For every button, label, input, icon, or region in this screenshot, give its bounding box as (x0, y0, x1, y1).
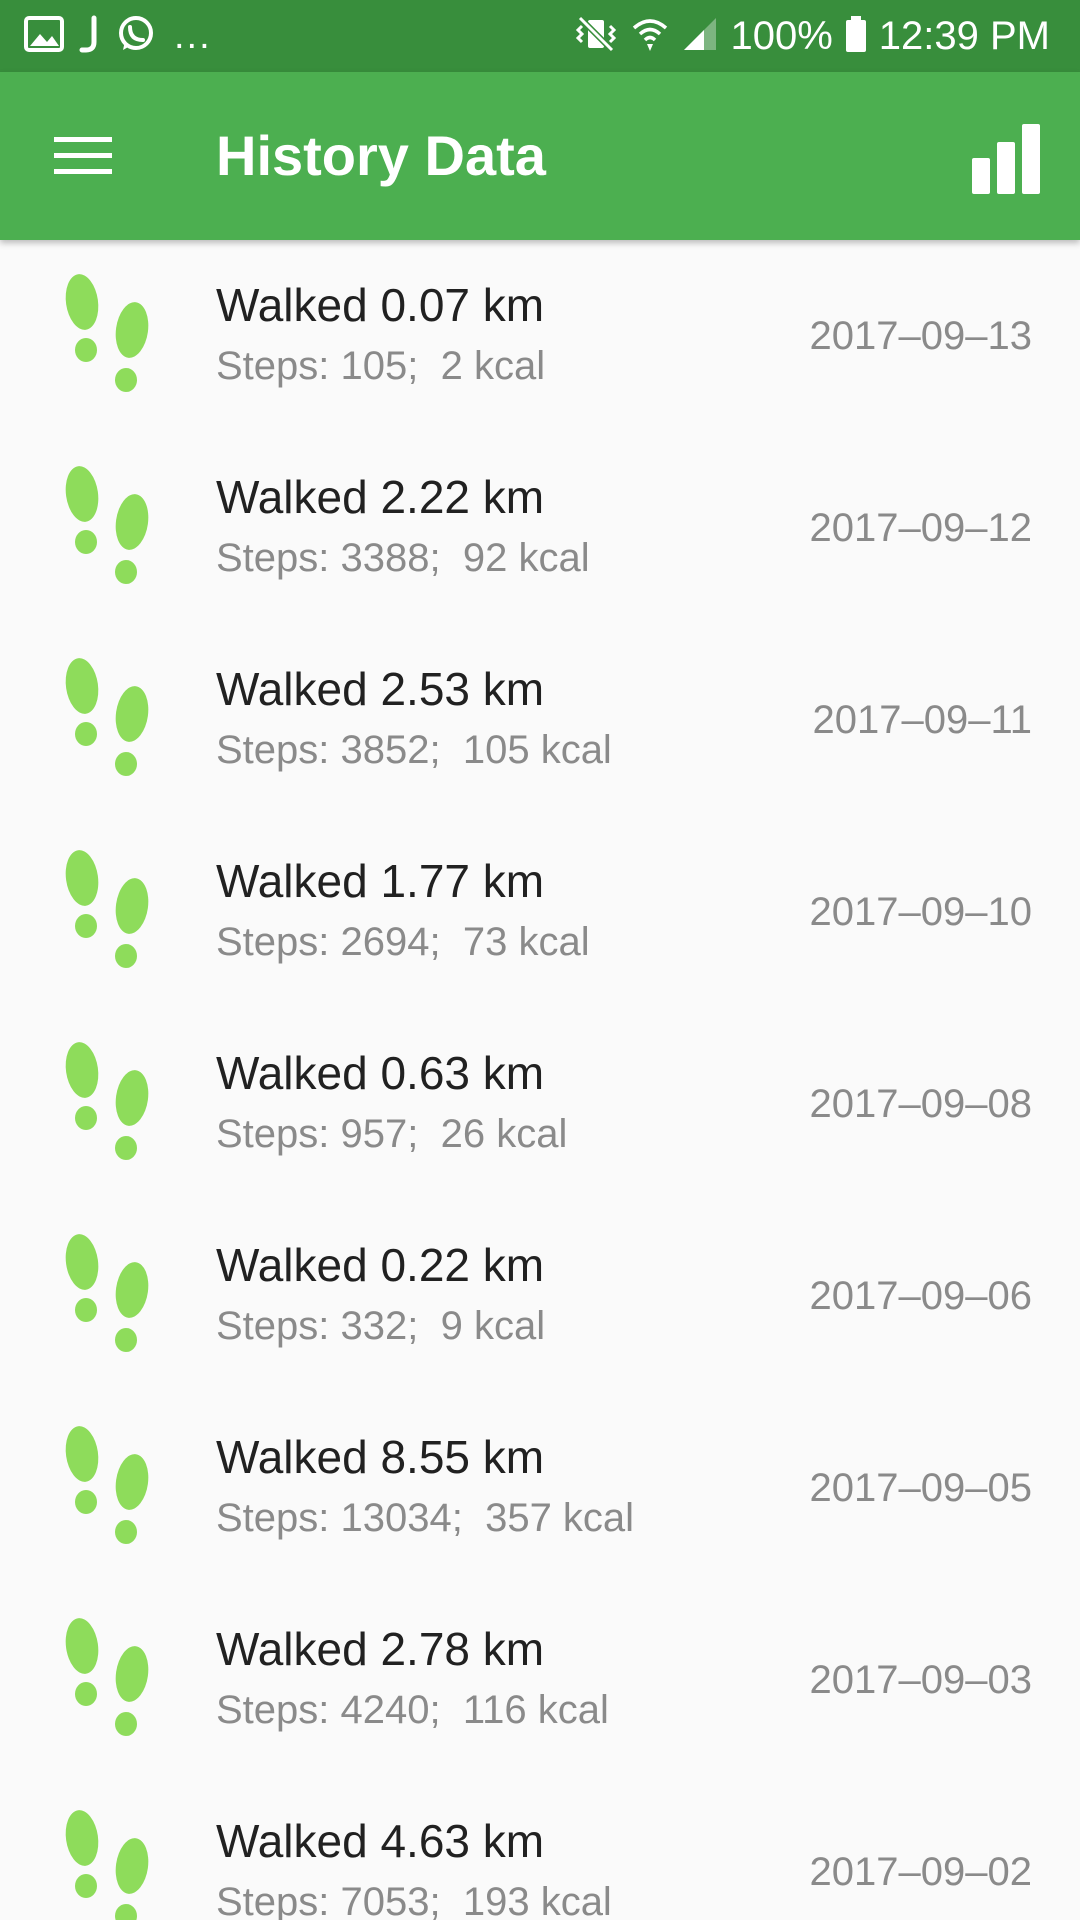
date-label: 2017–09–12 (809, 506, 1032, 550)
distance-label: Walked 8.55 km (216, 1431, 545, 1483)
bar-chart-icon (972, 124, 1040, 194)
menu-button[interactable] (38, 116, 128, 196)
date-label: 2017–09–10 (809, 890, 1032, 934)
vibrate-mute-icon (574, 14, 618, 59)
footprints-icon (65, 466, 149, 584)
notification-icons: ... (24, 0, 212, 72)
steps-calories-label: Steps: 3852; 105 kcal (216, 728, 612, 772)
distance-label: Walked 0.63 km (216, 1047, 545, 1099)
steps-calories-label: Steps: 2694; 73 kcal (216, 920, 590, 964)
footprints-icon (65, 1618, 149, 1736)
distance-label: Walked 2.53 km (216, 663, 545, 715)
clock: 12:39 PM (878, 14, 1050, 58)
distance-label: Walked 0.07 km (216, 279, 545, 331)
whatsapp-icon (116, 14, 156, 59)
history-row[interactable]: Walked 0.07 km Steps: 105; 2 kcal 2017–0… (0, 240, 1080, 432)
distance-label: Walked 2.78 km (216, 1623, 545, 1675)
history-row[interactable]: Walked 2.22 km Steps: 3388; 92 kcal 2017… (0, 432, 1080, 624)
history-row[interactable]: Walked 1.77 km Steps: 2694; 73 kcal 2017… (0, 816, 1080, 1008)
steps-calories-label: Steps: 7053; 193 kcal (216, 1880, 612, 1920)
distance-label: Walked 4.63 km (216, 1815, 545, 1867)
date-label: 2017–09–06 (809, 1274, 1032, 1318)
footprints-icon (65, 1426, 149, 1544)
steps-calories-label: Steps: 105; 2 kcal (216, 344, 546, 388)
steps-calories-label: Steps: 13034; 357 kcal (216, 1496, 635, 1540)
history-list: Walked 0.07 km Steps: 105; 2 kcal 2017–0… (0, 240, 1080, 1920)
status-bar: ... 100% 12:39 PM (0, 0, 1080, 72)
footprints-icon (65, 658, 149, 776)
j-app-icon (78, 14, 102, 59)
history-row[interactable]: Walked 0.22 km Steps: 332; 9 kcal 2017–0… (0, 1200, 1080, 1392)
signal-icon (682, 14, 718, 59)
footprints-icon (65, 1234, 149, 1352)
footprints-icon (65, 1810, 149, 1920)
steps-calories-label: Steps: 332; 9 kcal (216, 1304, 546, 1348)
distance-label: Walked 2.22 km (216, 471, 545, 523)
hamburger-menu-icon (54, 137, 112, 174)
steps-calories-label: Steps: 957; 26 kcal (216, 1112, 568, 1156)
date-label: 2017–09–02 (809, 1850, 1032, 1894)
footprints-icon (65, 850, 149, 968)
battery-percent: 100% (730, 14, 833, 58)
date-label: 2017–09–05 (809, 1466, 1032, 1510)
distance-label: Walked 1.77 km (216, 855, 545, 907)
battery-icon (845, 14, 867, 59)
image-icon (24, 15, 64, 57)
steps-calories-label: Steps: 4240; 116 kcal (216, 1688, 609, 1732)
history-row[interactable]: Walked 0.63 km Steps: 957; 26 kcal 2017–… (0, 1008, 1080, 1200)
system-icons: 100% 12:39 PM (574, 0, 1050, 72)
history-row[interactable]: Walked 2.78 km Steps: 4240; 116 kcal 201… (0, 1584, 1080, 1776)
history-row[interactable]: Walked 8.55 km Steps: 13034; 357 kcal 20… (0, 1392, 1080, 1584)
date-label: 2017–09–11 (812, 698, 1033, 742)
page-title: History Data (216, 124, 546, 187)
more-notifications: ... (174, 14, 212, 57)
date-label: 2017–09–13 (809, 314, 1032, 358)
footprints-icon (65, 1042, 149, 1160)
date-label: 2017–09–03 (809, 1658, 1032, 1702)
footprints-icon (65, 274, 149, 392)
history-row[interactable]: Walked 2.53 km Steps: 3852; 105 kcal 201… (0, 624, 1080, 816)
date-label: 2017–09–08 (809, 1082, 1032, 1126)
distance-label: Walked 0.22 km (216, 1239, 545, 1291)
app-bar: History Data (0, 72, 1080, 240)
statistics-button[interactable] (966, 116, 1046, 196)
steps-calories-label: Steps: 3388; 92 kcal (216, 536, 590, 580)
wifi-icon (630, 14, 670, 59)
history-row[interactable]: Walked 4.63 km Steps: 7053; 193 kcal 201… (0, 1776, 1080, 1920)
